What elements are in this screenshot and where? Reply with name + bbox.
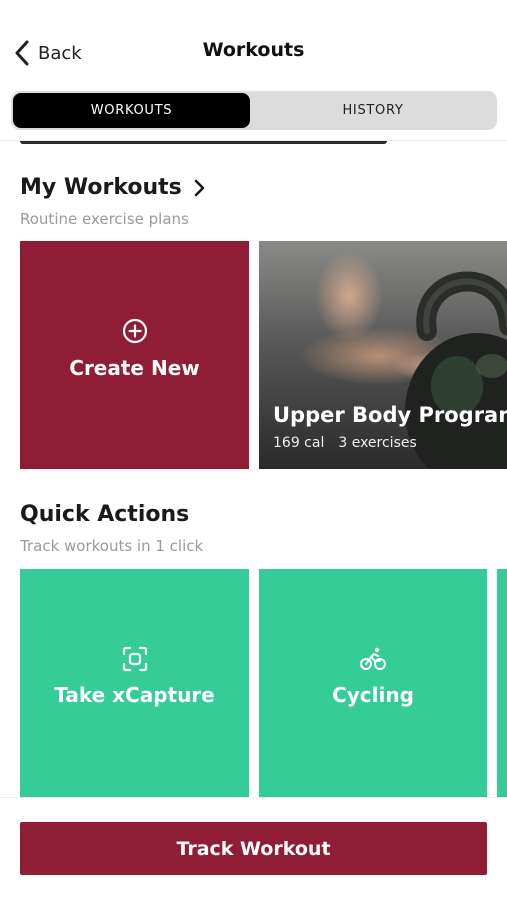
my-workouts-subtitle: Routine exercise plans (20, 210, 189, 228)
previous-card-edge (20, 141, 387, 144)
track-workout-button[interactable]: Track Workout (20, 822, 487, 875)
segmented-control: WORKOUTS HISTORY (11, 91, 497, 130)
tab-workouts[interactable]: WORKOUTS (13, 93, 250, 128)
program-exercises: 3 exercises (338, 435, 417, 451)
create-new-card[interactable]: Create New (20, 241, 249, 469)
tab-history[interactable]: HISTORY (251, 93, 495, 128)
my-workouts-title: My Workouts (20, 175, 182, 200)
program-title: Upper Body Program (273, 403, 507, 427)
chevron-right-icon (194, 179, 205, 196)
quick-actions-title: Quick Actions (20, 502, 190, 527)
program-calories: 169 cal (273, 435, 325, 451)
capture-icon (122, 646, 147, 672)
next-quick-action-card[interactable] (497, 569, 507, 797)
upper-body-program-card[interactable]: Upper Body Program 169 cal 3 exercises (259, 241, 507, 469)
program-meta: 169 cal 3 exercises (273, 435, 417, 451)
quick-actions-subtitle: Track workouts in 1 click (20, 537, 204, 555)
take-xcapture-label: Take xCapture (54, 683, 215, 707)
page-title: Workouts (202, 39, 305, 61)
cycling-card[interactable]: Cycling (259, 569, 487, 797)
my-workouts-header[interactable]: My Workouts (20, 175, 208, 200)
cycling-label: Cycling (332, 683, 414, 707)
bottom-bar: Track Workout (0, 797, 507, 901)
plus-circle-icon (122, 318, 147, 344)
create-new-label: Create New (69, 356, 200, 380)
navigation-bar: Back Workouts (0, 0, 507, 92)
take-xcapture-card[interactable]: Take xCapture (20, 569, 249, 797)
bicycle-icon (360, 647, 386, 670)
